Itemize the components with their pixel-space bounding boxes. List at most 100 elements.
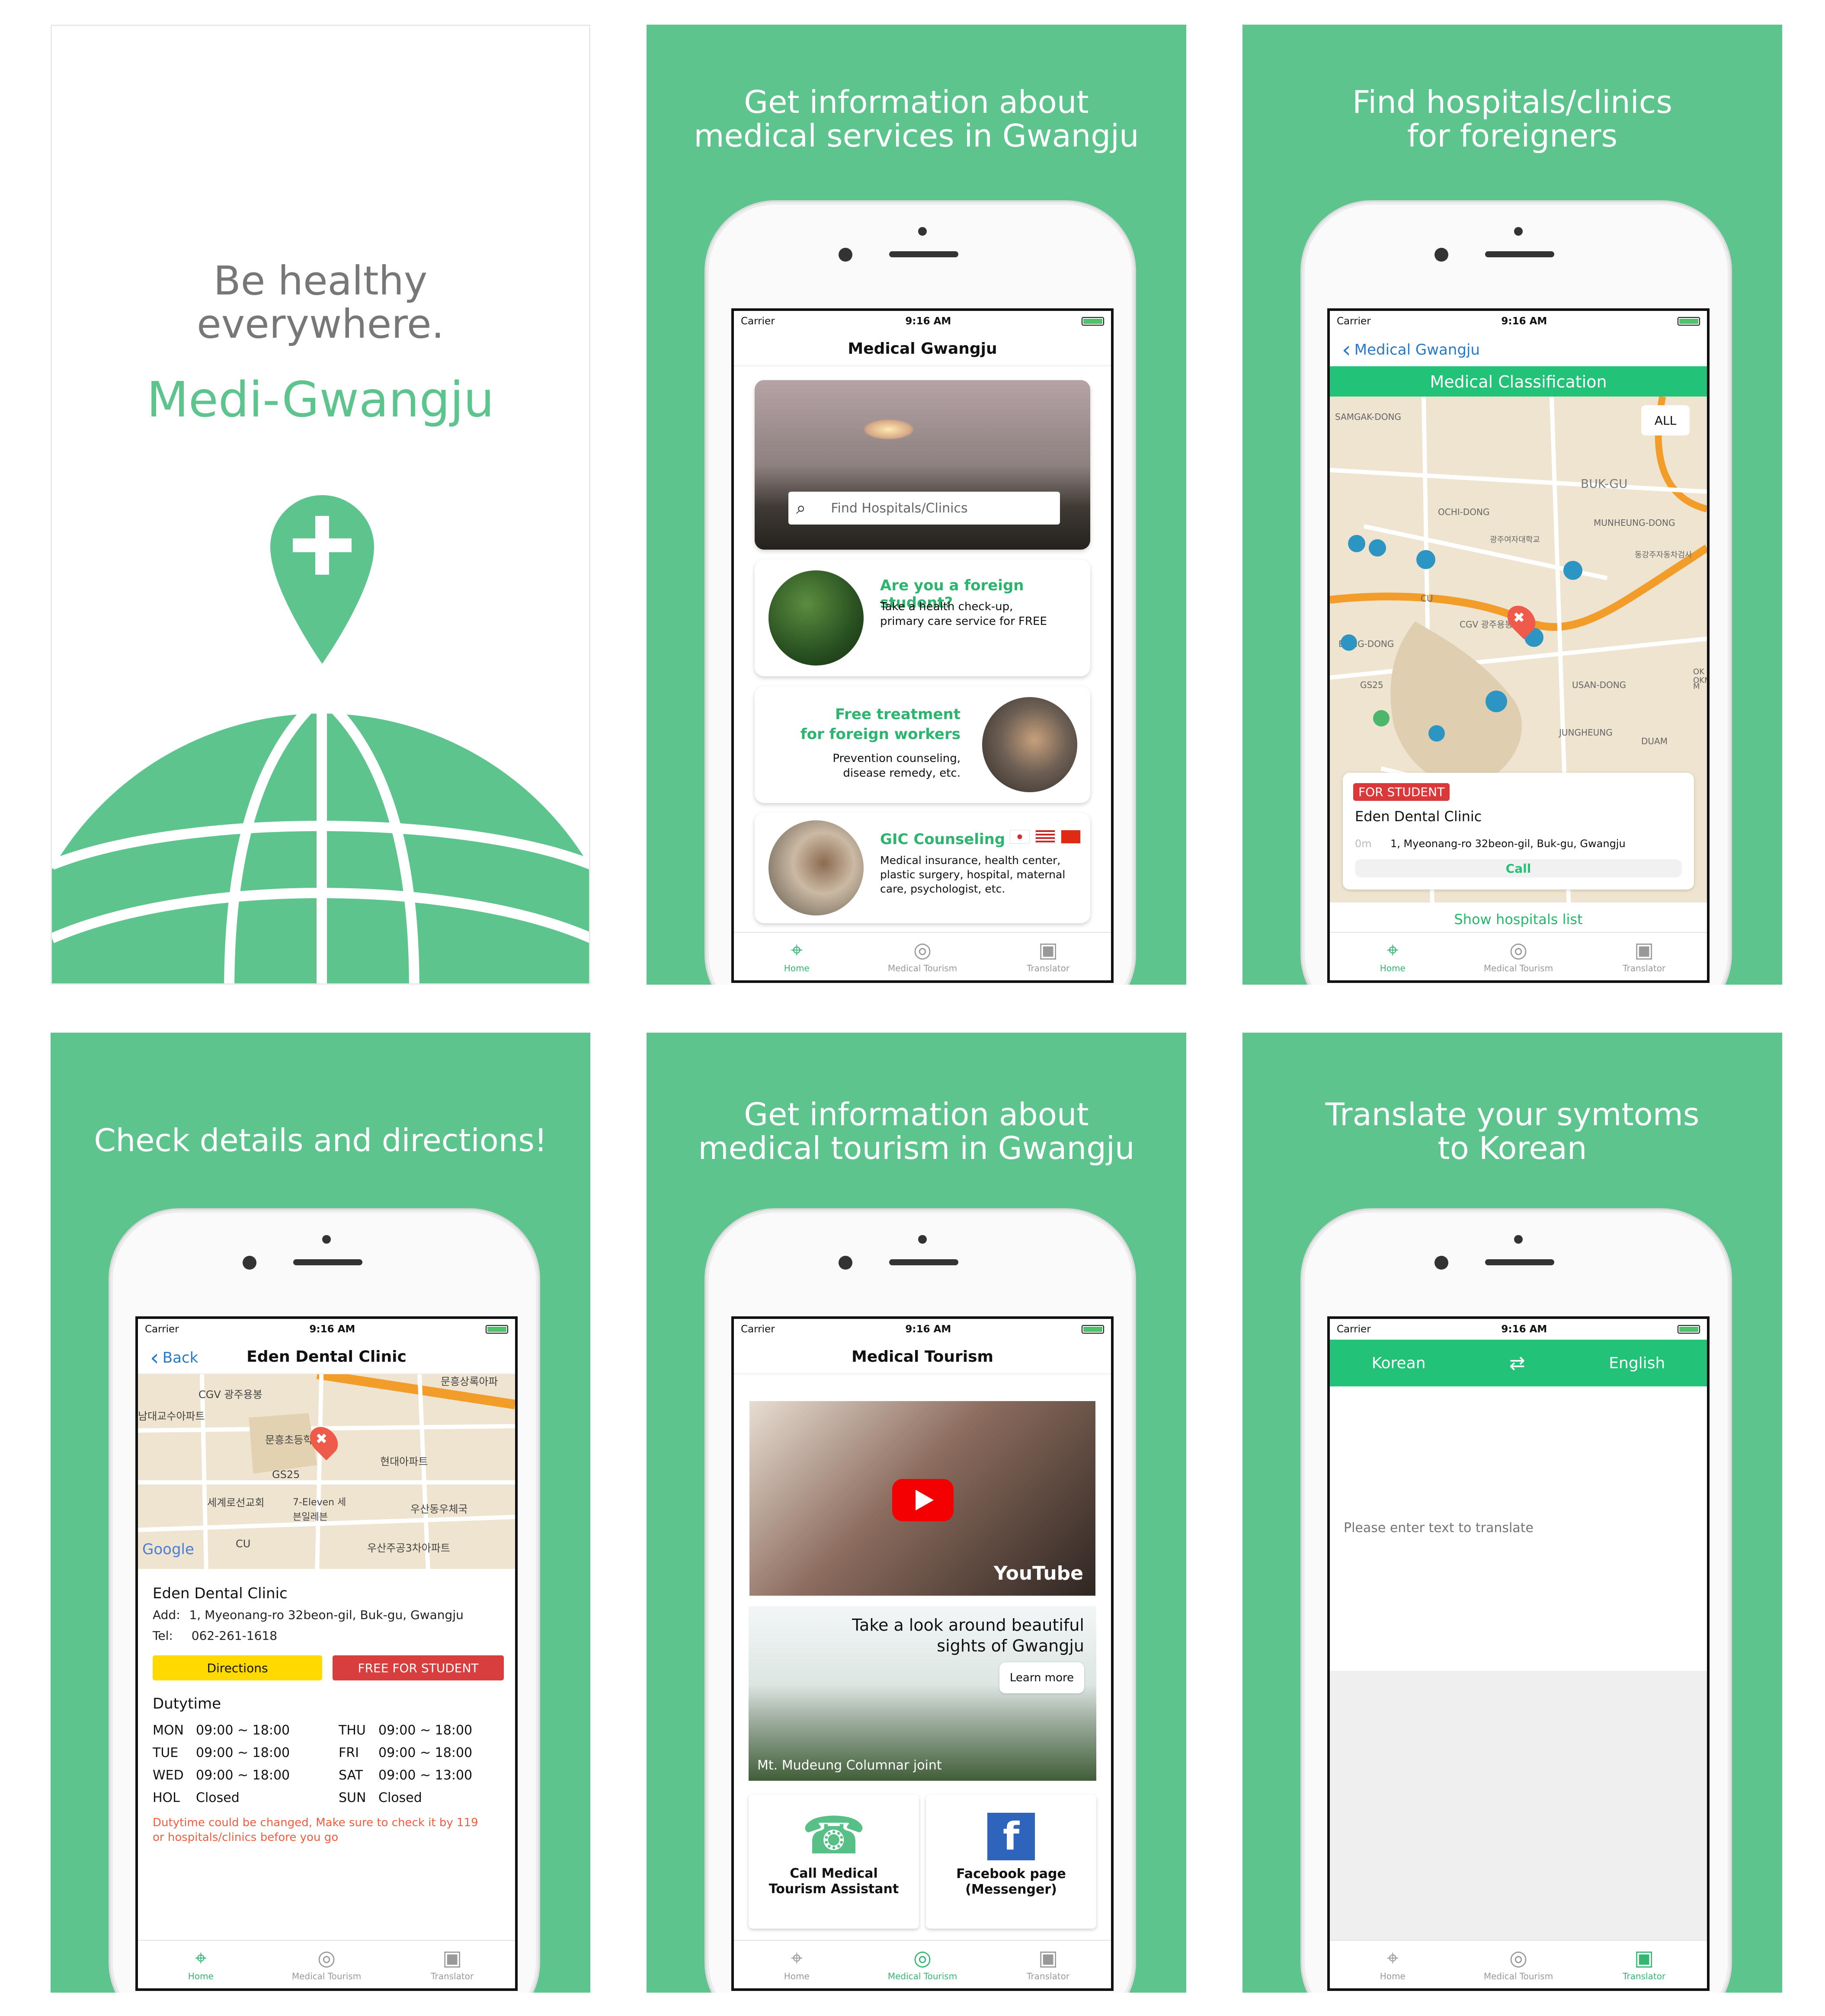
phone-icon: ☎	[801, 1806, 866, 1866]
hospital-marker[interactable]	[1348, 535, 1365, 552]
speaker	[889, 1259, 958, 1265]
map-label: 광주여자대학교	[1490, 535, 1540, 544]
tab-medical-tourism[interactable]: ◎ Medical Tourism	[1456, 1941, 1582, 1988]
status-time: 9:16 AM	[1501, 316, 1547, 327]
target-language-button[interactable]: English	[1609, 1354, 1665, 1372]
swap-languages-icon[interactable]: ⇄	[1509, 1352, 1525, 1374]
phone-screen: Carrier 9:16 AM Back Eden Dental Clinic C…	[135, 1316, 518, 1991]
phone-screen: Carrier 9:16 AM Medical Gwangju ⌕ Find H…	[731, 308, 1114, 983]
gic-counseling-card[interactable]: GIC Counseling Medical insurance, health…	[755, 813, 1090, 923]
map-label: DUAM	[1641, 736, 1668, 746]
hours-left: MON 09:00 ~ 18:00 TUE 09:00 ~ 18:00 WED 09:…	[153, 1719, 328, 1809]
globe-icon: ◎	[1509, 1946, 1527, 1970]
hospital-distance: 0m	[1355, 838, 1372, 850]
hero-card: ⌕ Find Hospitals/Clinics	[755, 380, 1090, 550]
map-label: MUNHEUNG-DONG	[1594, 518, 1675, 528]
tab-home[interactable]: ⌖ Home	[734, 1941, 860, 1988]
hospital-marker[interactable]	[1486, 691, 1507, 712]
phone-frame: Carrier 9:16 AM Korean ⇄ English ⌖Home ◎…	[1302, 1210, 1730, 1993]
map-label: OKM	[1693, 676, 1707, 685]
camera	[839, 248, 852, 262]
map-label: BUK-GU	[1581, 477, 1628, 491]
hospital-map-panel: Find hospitals/clinics for foreigners Ca…	[1242, 25, 1782, 985]
map-label: 세계로선교회	[207, 1497, 265, 1509]
hours-row: MON 09:00 ~ 18:00	[153, 1723, 290, 1738]
card-title: GIC Counseling	[880, 831, 1005, 848]
foreign-student-card[interactable]: Are you a foreign student? Take a health…	[755, 560, 1090, 676]
counseling-photo	[768, 820, 864, 915]
battery-icon	[1081, 317, 1104, 326]
tab-medical-tourism[interactable]: ◎ Medical Tourism	[860, 1941, 986, 1988]
hospital-marker[interactable]	[1373, 710, 1390, 726]
address-row: Add: 1, Myeonang-ro 32beon-gil, Buk-gu, …	[153, 1608, 464, 1622]
tab-translator[interactable]: ▣ Translator	[1581, 933, 1707, 980]
clinic-map[interactable]: CGV 광주용봉 문흥상록아파 남대교수아파트 문흥초등학 현대아파트 GS25…	[138, 1374, 515, 1569]
map-roads	[138, 1374, 515, 1569]
search-icon: ⌕	[796, 498, 806, 518]
back-button[interactable]: Medical Gwangju	[1342, 341, 1480, 358]
globe-icon	[52, 696, 589, 983]
battery-icon	[485, 1325, 508, 1334]
hospital-map[interactable]: ALL SAMGAK-DONG BUK-GU OCHI-DONG MUNHEUN…	[1330, 397, 1707, 902]
tel-value[interactable]: 062-261-1618	[192, 1629, 277, 1643]
sensor-dot	[1514, 1235, 1523, 1244]
hours-row: WED 09:00 ~ 18:00	[153, 1768, 290, 1783]
tab-medical-tourism[interactable]: ◎ Medical Tourism	[264, 1941, 390, 1988]
tab-medical-tourism[interactable]: ◎ Medical Tourism	[860, 933, 986, 980]
free-for-student-button[interactable]: FREE FOR STUDENT	[333, 1655, 504, 1680]
phone-frame: Carrier 9:16 AM Medical Gwangju ⌕ Find H…	[706, 202, 1134, 985]
hours-table: MON 09:00 ~ 18:00 TUE 09:00 ~ 18:00 WED 09:…	[153, 1719, 503, 1814]
foreign-worker-card[interactable]: Free treatment for foreign workers Preve…	[755, 686, 1090, 803]
tab-translator[interactable]: ▣ Translator	[985, 1941, 1111, 1988]
sensor-dot	[1514, 227, 1523, 236]
play-button-icon[interactable]	[892, 1479, 954, 1521]
search-placeholder: Find Hospitals/Clinics	[831, 500, 968, 516]
sensor-dot	[918, 1235, 927, 1244]
call-assistant-card[interactable]: ☎ Call Medical Tourism Assistant	[749, 1795, 919, 1929]
hospital-marker[interactable]	[1341, 634, 1357, 651]
sights-card[interactable]: Take a look around beautiful sights of G…	[749, 1606, 1096, 1781]
back-button[interactable]: Back	[150, 1349, 199, 1366]
card-desc: Prevention counseling, disease remedy, e…	[832, 752, 961, 780]
call-card-label: Call Medical Tourism Assistant	[768, 1866, 899, 1897]
korea-flag-icon	[1009, 830, 1030, 844]
speaker	[889, 251, 958, 257]
sights-title: Take a look around beautiful sights of G…	[852, 1616, 1084, 1655]
tab-translator[interactable]: ▣ Translator	[985, 933, 1111, 980]
camera	[1434, 248, 1448, 262]
hospital-popup[interactable]: FOR STUDENT Eden Dental Clinic 0m 1, Mye…	[1343, 773, 1694, 890]
address-value: 1, Myeonang-ro 32beon-gil, Buk-gu, Gwang…	[189, 1608, 464, 1622]
speaker	[293, 1259, 362, 1265]
map-label: JUNGHEUNG	[1559, 727, 1613, 738]
youtube-video[interactable]: YouTube	[749, 1401, 1095, 1596]
facebook-card[interactable]: f Facebook page (Messenger)	[926, 1795, 1096, 1929]
tab-home[interactable]: ⌖ Home	[734, 933, 860, 980]
show-hospitals-list-link[interactable]: Show hospitals list	[1330, 911, 1707, 928]
brand-name: Medi-Gwangju	[147, 372, 494, 428]
nav-bar: Back Eden Dental Clinic	[138, 1340, 515, 1374]
tab-home[interactable]: ⌖ Home	[1330, 1941, 1456, 1988]
hospital-marker[interactable]	[1428, 725, 1445, 742]
directions-button[interactable]: Directions	[153, 1655, 322, 1680]
source-language-button[interactable]: Korean	[1372, 1354, 1426, 1372]
hours-row: HOL Closed	[153, 1790, 240, 1805]
tab-translator[interactable]: ▣ Translator	[389, 1941, 515, 1988]
call-button[interactable]: Call	[1355, 859, 1682, 877]
usa-flag-icon	[1035, 830, 1055, 844]
hospital-marker[interactable]	[1563, 561, 1582, 580]
hospital-marker[interactable]	[1416, 550, 1435, 569]
hospital-marker[interactable]	[1369, 539, 1386, 557]
home-panel: Get information about medical services i…	[647, 25, 1186, 985]
search-field[interactable]: ⌕ Find Hospitals/Clinics	[788, 492, 1060, 525]
tab-home[interactable]: ⌖ Home	[1330, 933, 1456, 980]
tab-translator[interactable]: ▣ Translator	[1581, 1941, 1707, 1988]
translate-icon: ▣	[1634, 1946, 1654, 1970]
all-button[interactable]: ALL	[1641, 405, 1690, 435]
translation-input[interactable]	[1330, 1386, 1707, 1671]
facebook-card-label: Facebook page (Messenger)	[956, 1866, 1066, 1897]
tab-medical-tourism[interactable]: ◎ Medical Tourism	[1456, 933, 1582, 980]
learn-more-button[interactable]: Learn more	[999, 1662, 1084, 1693]
language-selector: Korean ⇄ English	[1330, 1340, 1707, 1386]
china-flag-icon	[1061, 830, 1081, 844]
tab-home[interactable]: ⌖ Home	[138, 1941, 264, 1988]
